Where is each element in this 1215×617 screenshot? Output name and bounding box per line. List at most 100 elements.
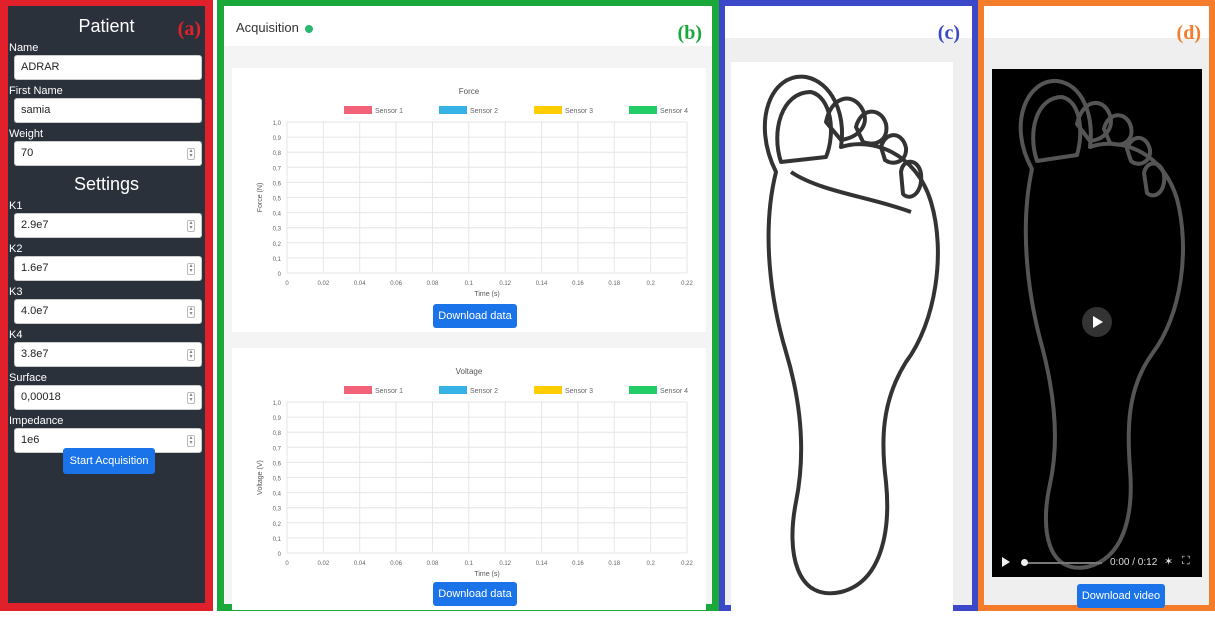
y-tick-label: 0,7: [273, 446, 282, 452]
x-tick-label: 0.22: [681, 281, 693, 287]
legend-swatch: [344, 386, 372, 394]
field-input[interactable]: 70 ▴ ▾: [14, 141, 202, 166]
y-tick-label: 0,2: [273, 522, 282, 528]
field-label: Surface: [9, 372, 47, 384]
field-label: K3: [9, 286, 23, 298]
spinner-icon[interactable]: ▴ ▾: [187, 148, 195, 160]
field-input[interactable]: 1.6e7 ▴ ▾: [14, 256, 202, 281]
legend-swatch: [439, 106, 467, 114]
x-tick-label: 0.08: [427, 561, 439, 567]
x-tick-label: 0.16: [572, 561, 584, 567]
x-tick-label: 0.02: [318, 561, 330, 567]
y-tick-label: 0,5: [273, 197, 282, 203]
spinner-icon[interactable]: ▴ ▾: [187, 263, 195, 275]
legend-label: Sensor 3: [565, 108, 593, 115]
spinner-icon[interactable]: ▴ ▾: [187, 220, 195, 232]
x-tick-label: 0.12: [499, 561, 511, 567]
panel-tag-a: (a): [177, 18, 201, 40]
x-tick-label: 0.12: [499, 281, 511, 287]
footprint-header: [725, 6, 972, 38]
legend-label: Sensor 4: [660, 108, 688, 115]
fullscreen-icon[interactable]: ⛶: [1182, 555, 1190, 568]
field-value: 0,00018: [21, 391, 61, 403]
x-tick-label: 0.2: [646, 561, 655, 567]
field-label: K1: [9, 200, 23, 212]
chart-title: Voltage: [456, 367, 483, 376]
status-dot-icon: [304, 24, 313, 33]
spinner-icon[interactable]: ▴ ▾: [187, 392, 195, 404]
y-tick-label: 0,6: [273, 461, 282, 467]
spinner-icon[interactable]: ▴ ▾: [187, 306, 195, 318]
download-video-button[interactable]: Download video: [1077, 584, 1165, 608]
y-tick-label: 0,4: [273, 212, 282, 218]
field-value: 2.9e7: [21, 219, 49, 231]
field-input[interactable]: 4.0e7 ▴ ▾: [14, 299, 202, 324]
field-input[interactable]: 2.9e7 ▴ ▾: [14, 213, 202, 238]
acquisition-panel: Acquisition (b) Force Sensor 1 Sensor 2 Sen…: [217, 0, 719, 611]
video-time: 0:00 / 0:12: [1110, 557, 1158, 568]
download-voltage-data-button[interactable]: Download data: [433, 582, 517, 606]
video-player[interactable]: 0:00 / 0:12 ✶ ⛶: [992, 69, 1202, 577]
legend-swatch: [629, 106, 657, 114]
x-tick-label: 0: [285, 281, 289, 287]
x-tick-label: 0.1: [465, 281, 474, 287]
seek-bar[interactable]: [1022, 562, 1102, 564]
field-input[interactable]: 0,00018 ▴ ▾: [14, 385, 202, 410]
y-tick-label: 0,9: [273, 136, 282, 142]
patient-panel: (a) Patient Name ADRAR First Name samia Weig…: [0, 0, 213, 611]
legend-label: Sensor 1: [375, 108, 403, 115]
mute-icon[interactable]: ✶: [1164, 555, 1173, 568]
voltage-chart-card: Voltage Sensor 1 Sensor 2 Sensor 3 Sensor 4 0…: [232, 348, 706, 610]
legend-swatch: [629, 386, 657, 394]
play-overlay-button[interactable]: [1082, 307, 1112, 337]
field-input[interactable]: samia: [14, 98, 202, 123]
x-tick-label: 0.18: [608, 281, 620, 287]
x-tick-label: 0.02: [318, 281, 330, 287]
y-tick-label: 0,3: [273, 507, 282, 513]
field-label: K2: [9, 243, 23, 255]
download-force-data-button[interactable]: Download data: [433, 304, 517, 328]
start-acquisition-button[interactable]: Start Acquisition: [63, 448, 155, 474]
legend-label: Sensor 2: [470, 108, 498, 115]
y-tick-label: 0,9: [273, 416, 282, 422]
x-tick-label: 0.2: [646, 281, 655, 287]
chart-title: Force: [459, 87, 480, 96]
legend-swatch: [439, 386, 467, 394]
y-tick-label: 0: [278, 272, 282, 278]
field-value: samia: [21, 104, 51, 116]
field-value: 1e6: [21, 434, 40, 446]
y-tick-label: 0,7: [273, 166, 282, 172]
field-input[interactable]: 3.8e7 ▴ ▾: [14, 342, 202, 367]
panel-tag-b: (b): [677, 22, 702, 44]
x-tick-label: 0.16: [572, 281, 584, 287]
field-value: 1.6e7: [21, 262, 49, 274]
legend-swatch: [534, 386, 562, 394]
footprint-panel: (c): [719, 0, 978, 612]
legend-swatch: [534, 106, 562, 114]
spinner-icon[interactable]: ▴ ▾: [187, 349, 195, 361]
force-chart-card: Force Sensor 1 Sensor 2 Sensor 3 Sensor 4 0 0,…: [232, 68, 706, 332]
seek-handle[interactable]: [1021, 559, 1028, 566]
settings-heading: Settings: [73, 174, 140, 194]
panel-tag-d: (d): [1176, 22, 1201, 44]
video-controls: 0:00 / 0:12 ✶ ⛶: [992, 549, 1202, 577]
field-label: Name: [9, 42, 39, 54]
x-axis-label: Time (s): [474, 571, 499, 578]
spinner-icon[interactable]: ▴ ▾: [187, 435, 195, 447]
acquisition-header: Acquisition: [224, 6, 712, 46]
x-tick-label: 0.22: [681, 561, 693, 567]
field-input[interactable]: ADRAR: [14, 55, 202, 80]
x-axis-label: Time (s): [474, 291, 499, 298]
x-tick-label: 0.08: [427, 281, 439, 287]
field-value: 3.8e7: [21, 348, 49, 360]
y-tick-label: 0,5: [273, 477, 282, 483]
play-icon[interactable]: [1002, 557, 1010, 567]
y-tick-label: 1,0: [273, 401, 282, 407]
patient-fields: Name ADRAR First Name samia Weight 70 ▴ ▾: [8, 41, 205, 166]
video-header: [984, 6, 1209, 38]
x-tick-label: 0.06: [390, 281, 402, 287]
y-tick-label: 0,8: [273, 151, 282, 157]
force-chart: Force Sensor 1 Sensor 2 Sensor 3 Sensor 4 0 0,…: [257, 87, 693, 298]
y-axis-label: Force (N): [257, 183, 264, 213]
x-tick-label: 0.06: [390, 561, 402, 567]
